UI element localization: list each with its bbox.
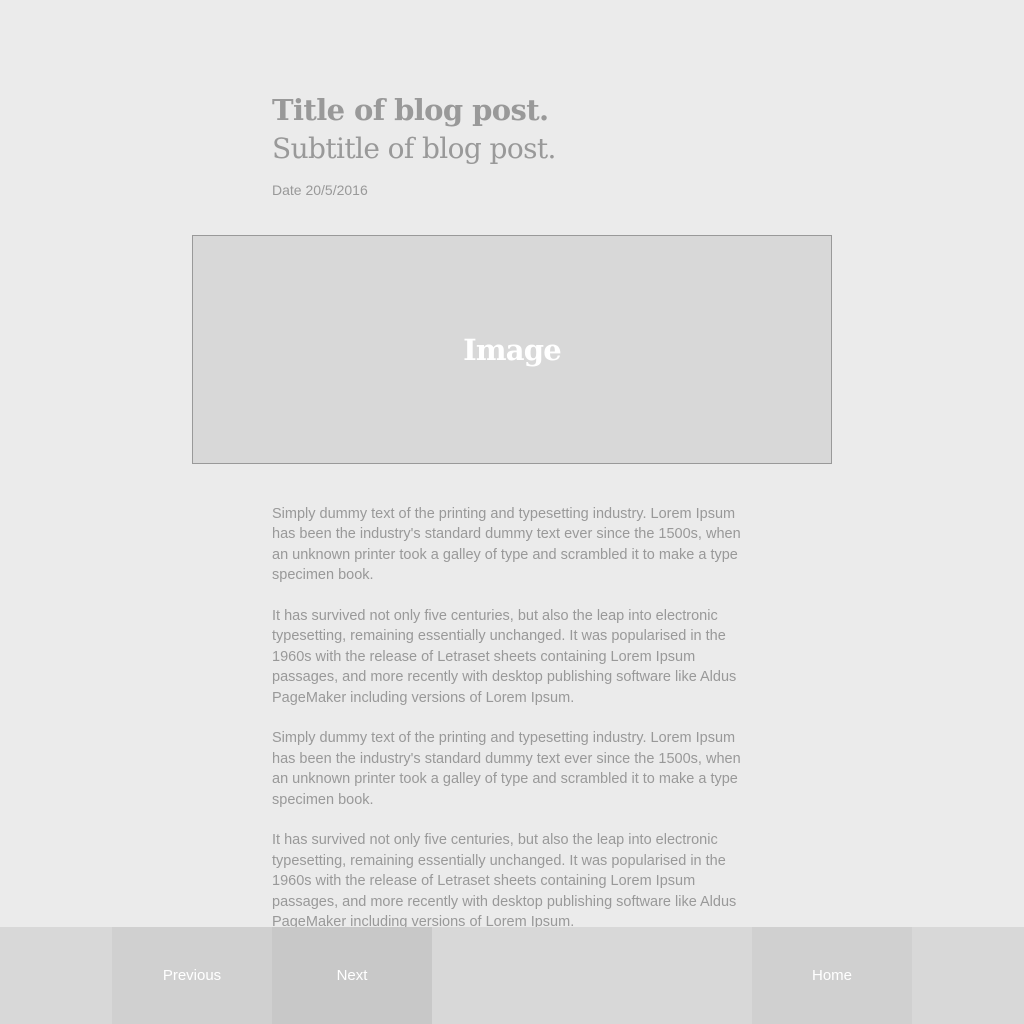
post-header: Title of blog post. Subtitle of blog pos… xyxy=(272,90,832,200)
image-placeholder-label: Image xyxy=(463,332,562,367)
body-paragraph: It has survived not only five centuries,… xyxy=(272,832,737,931)
body-paragraph: Simply dummy text of the printing and ty… xyxy=(272,730,741,808)
bottom-navigation: Previous Next Home xyxy=(0,927,1024,1024)
body-paragraph: It has survived not only five centuries,… xyxy=(272,608,737,706)
post-body: Simply dummy text of the printing and ty… xyxy=(272,504,752,953)
post-title: Title of blog post. xyxy=(272,93,549,127)
body-paragraph: Simply dummy text of the printing and ty… xyxy=(272,506,741,584)
post-subtitle: Subtitle of blog post. xyxy=(272,132,556,165)
next-button[interactable]: Next xyxy=(272,927,432,1024)
blog-post-page: Title of blog post. Subtitle of blog pos… xyxy=(0,0,1024,1024)
previous-button[interactable]: Previous xyxy=(112,927,272,1024)
home-button[interactable]: Home xyxy=(752,927,912,1024)
image-placeholder: Image xyxy=(192,235,832,464)
post-date: Date 20/5/2016 xyxy=(272,182,368,198)
